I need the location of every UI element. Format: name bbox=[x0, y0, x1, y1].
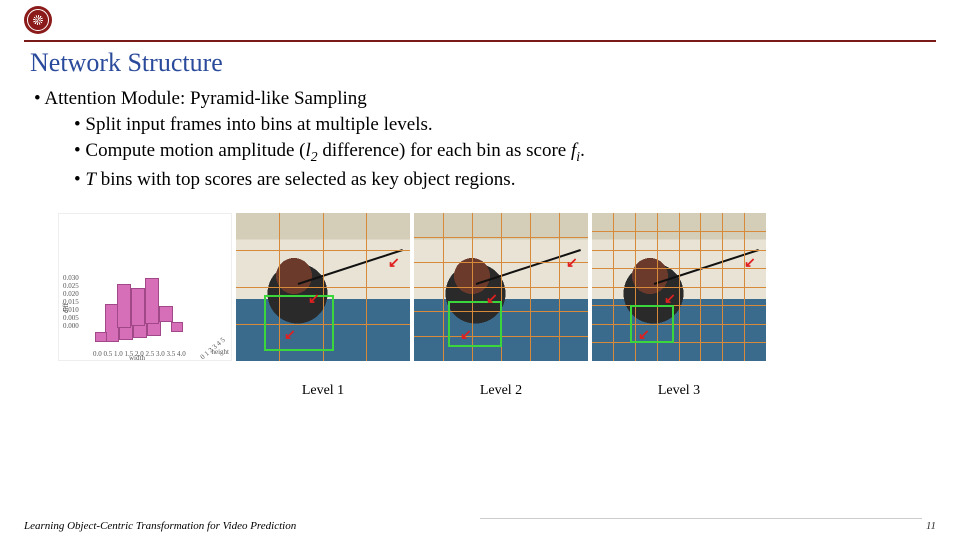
level3-image: ↙ ↙ ↙ bbox=[592, 213, 766, 361]
slide-footer: Learning Object-Centric Transformation f… bbox=[0, 520, 960, 532]
page-number: 11 bbox=[926, 520, 936, 532]
figure-level-3: ↙ ↙ ↙ Level 3 bbox=[592, 213, 766, 399]
level2-image: ↙ ↙ ↙ bbox=[414, 213, 588, 361]
figure-row: 0.0300.0250.0200.0150.0100.0050.000 0.0 … bbox=[0, 195, 960, 399]
university-logo-icon bbox=[24, 6, 52, 34]
figure-level-1: ↙ ↙ ↙ Level 1 bbox=[236, 213, 410, 399]
level1-image: ↙ ↙ ↙ bbox=[236, 213, 410, 361]
footer-title: Learning Object-Centric Transformation f… bbox=[24, 520, 296, 532]
slide-content: Attention Module: Pyramid-like Sampling … bbox=[0, 88, 960, 191]
figure-level-2: ↙ ↙ ↙ Level 2 bbox=[414, 213, 588, 399]
figure-3d-bar-chart: 0.0300.0250.0200.0150.0100.0050.000 0.0 … bbox=[58, 213, 232, 361]
bullet-main: Attention Module: Pyramid-like Sampling bbox=[30, 88, 930, 110]
bar3d-chart: 0.0300.0250.0200.0150.0100.0050.000 0.0 … bbox=[58, 213, 232, 361]
bullet-sub-3: T bins with top scores are selected as k… bbox=[30, 169, 930, 191]
slide-header bbox=[0, 0, 960, 40]
bullet-sub-1: Split input frames into bins at multiple… bbox=[30, 114, 930, 136]
bullet-sub-2: Compute motion amplitude (l2 difference)… bbox=[30, 140, 930, 165]
header-divider bbox=[24, 40, 936, 42]
level2-label: Level 2 bbox=[480, 383, 522, 399]
footer-divider bbox=[480, 518, 922, 519]
slide-title: Network Structure bbox=[0, 48, 960, 88]
level1-label: Level 1 bbox=[302, 383, 344, 399]
level3-label: Level 3 bbox=[658, 383, 700, 399]
